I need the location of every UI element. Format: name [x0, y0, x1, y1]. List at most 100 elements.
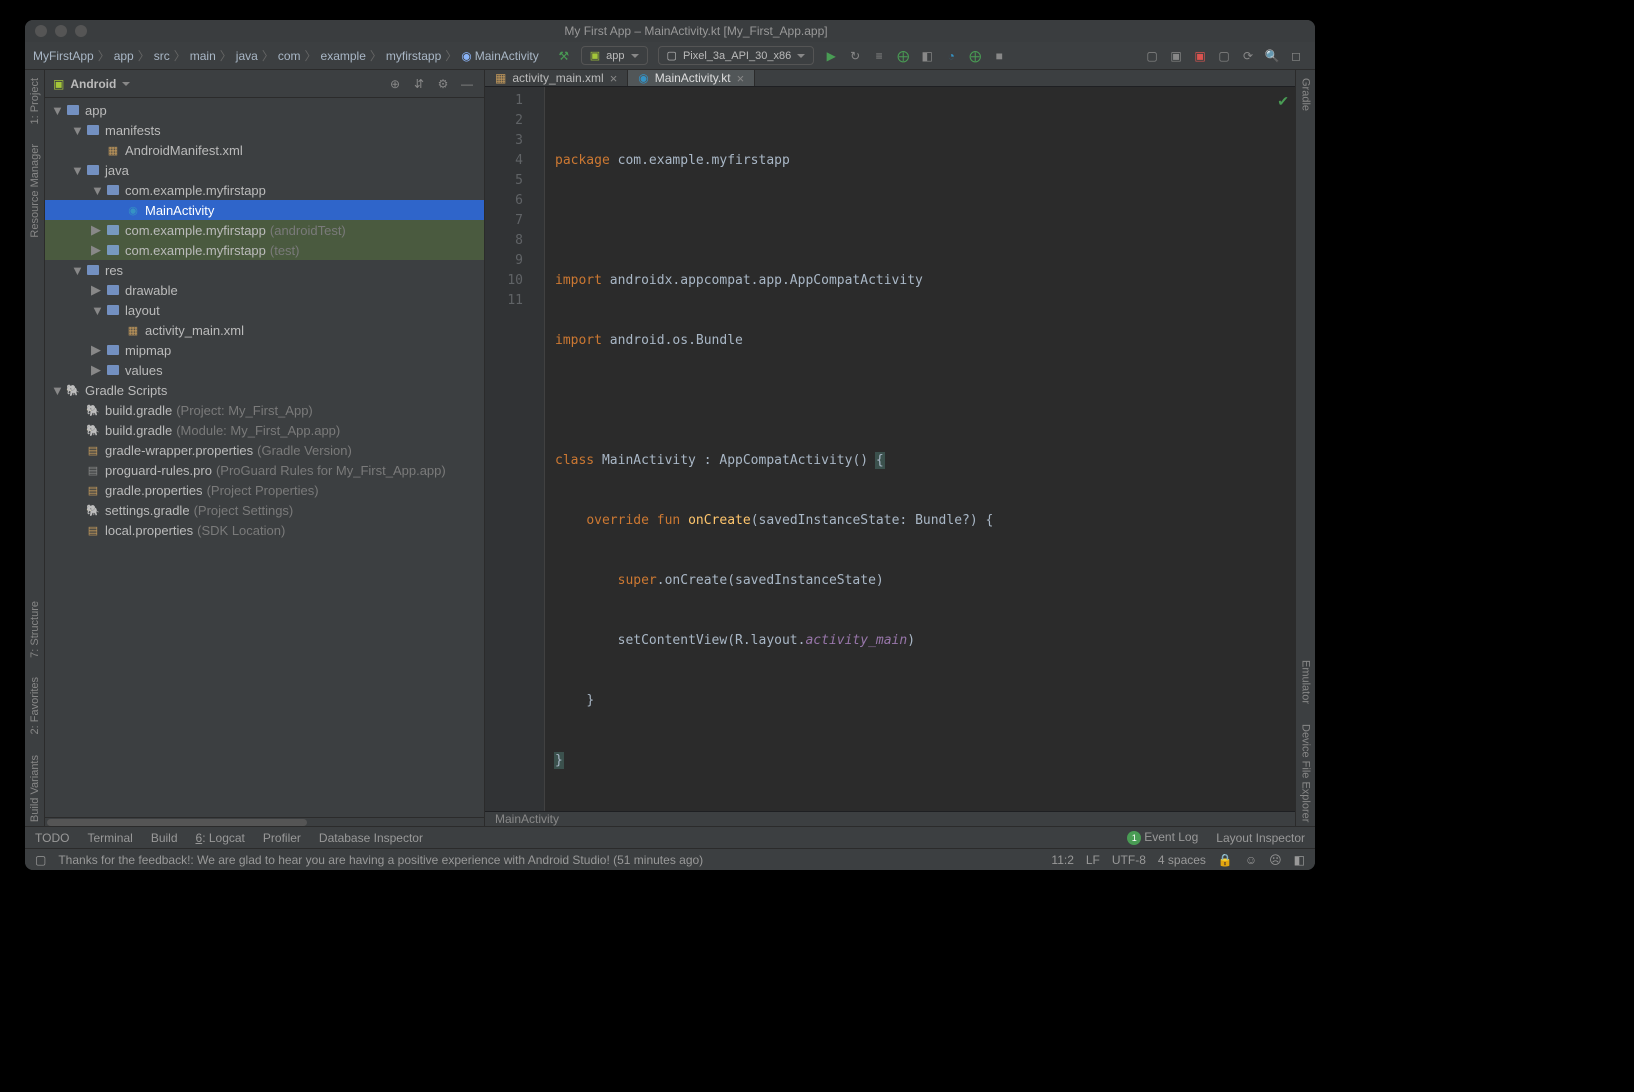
tree-row[interactable]: ▼java [45, 160, 484, 180]
resource-manager-tool-tab[interactable]: Resource Manager [29, 140, 41, 242]
terminal-tool[interactable]: Terminal [87, 831, 132, 845]
profiler-tool[interactable]: Profiler [263, 831, 301, 845]
avd-manager-icon[interactable]: ▢ [1141, 45, 1163, 67]
status-icon[interactable]: ▢ [35, 853, 46, 867]
breadcrumb-item[interactable]: com [278, 49, 301, 63]
tree-row[interactable]: ▼app [45, 100, 484, 120]
tree-row[interactable]: ▶com.example.myfirstapp (test) [45, 240, 484, 260]
emulator-tool-tab[interactable]: Emulator [1300, 656, 1312, 708]
tree-row[interactable]: ▤proguard-rules.pro (ProGuard Rules for … [45, 460, 484, 480]
tree-row[interactable]: ▤local.properties (SDK Location) [45, 520, 484, 540]
gear-icon[interactable]: ⚙ [434, 75, 452, 93]
editor-tab[interactable]: ▦activity_main.xml× [485, 70, 628, 86]
face-sad-icon[interactable]: ☹ [1269, 853, 1282, 867]
fold-column[interactable] [531, 87, 545, 811]
structure-tool-tab[interactable]: 7: Structure [29, 597, 41, 662]
close-window-icon[interactable] [35, 25, 47, 37]
line-gutter[interactable]: 1234567891011 [485, 87, 531, 811]
tree-row[interactable]: ▶mipmap [45, 340, 484, 360]
line-sep[interactable]: LF [1086, 853, 1100, 867]
code-editor[interactable]: package com.example.myfirstapp import an… [545, 87, 1295, 811]
tree-row[interactable]: 🐘build.gradle (Module: My_First_App.app) [45, 420, 484, 440]
sdk-manager-icon[interactable]: ▣ [1165, 45, 1187, 67]
device-explorer-tool-tab[interactable]: Device File Explorer [1300, 720, 1312, 826]
sidebar-scrollbar-horizontal[interactable] [45, 817, 484, 826]
minimize-window-icon[interactable] [55, 25, 67, 37]
layout-inspector-tool[interactable]: Layout Inspector [1216, 831, 1305, 845]
tree-row[interactable]: ▶drawable [45, 280, 484, 300]
breadcrumb-item[interactable]: java [236, 49, 258, 63]
apply-code-icon[interactable]: ≡ [868, 45, 890, 67]
coverage-icon[interactable]: ◧ [916, 45, 938, 67]
breadcrumb-item[interactable]: src [154, 49, 170, 63]
tree-row[interactable]: ▶values [45, 360, 484, 380]
memory-icon[interactable]: ◧ [1294, 853, 1305, 867]
close-tab-icon[interactable]: × [610, 71, 618, 86]
hide-icon[interactable]: — [458, 75, 476, 93]
chevron-down-icon [797, 54, 805, 58]
target-icon[interactable]: ⊕ [386, 75, 404, 93]
todo-tool[interactable]: TODO [35, 831, 69, 845]
encoding[interactable]: UTF-8 [1112, 853, 1146, 867]
attach-debugger-icon[interactable]: ⨁ [964, 45, 986, 67]
device-selector[interactable]: ▢ Pixel_3a_API_30_x86 [658, 46, 815, 65]
breadcrumb-item[interactable]: example [321, 49, 366, 63]
gradle-tool-tab[interactable]: Gradle [1300, 74, 1312, 115]
project-tree[interactable]: ▼app▼manifests▦AndroidManifest.xml▼java▼… [45, 98, 484, 817]
breadcrumb: MyFirstApp〉app〉src〉main〉java〉com〉example… [33, 47, 539, 64]
face-icon[interactable]: ☺ [1245, 853, 1257, 867]
tree-row[interactable]: ▼layout [45, 300, 484, 320]
filter-icon[interactable]: ⇵ [410, 75, 428, 93]
sync-icon[interactable]: ⟳ [1237, 45, 1259, 67]
help-icon[interactable]: ▣ [1189, 45, 1211, 67]
tree-row[interactable]: ▦AndroidManifest.xml [45, 140, 484, 160]
event-log-tool[interactable]: 1Event Log [1127, 830, 1198, 845]
db-inspector-tool[interactable]: Database Inspector [319, 831, 423, 845]
build-tool[interactable]: Build [151, 831, 178, 845]
debug-button[interactable]: ⨁ [892, 45, 914, 67]
navigation-bar: MyFirstApp〉app〉src〉main〉java〉com〉example… [25, 42, 1315, 70]
caret-position[interactable]: 11:2 [1051, 853, 1073, 867]
window-title: My First App – MainActivity.kt [My_First… [87, 24, 1305, 38]
bottom-toolbar: TODO Terminal Build 6: Logcat Profiler D… [25, 826, 1315, 848]
tree-row[interactable]: ▶com.example.myfirstapp (androidTest) [45, 220, 484, 240]
run-config-selector[interactable]: ▣ app [581, 46, 648, 65]
tree-row[interactable]: ▼manifests [45, 120, 484, 140]
logcat-tool[interactable]: 6: Logcat [196, 831, 245, 845]
lock-icon[interactable]: 🔒 [1218, 853, 1233, 867]
tree-row[interactable]: 🐘settings.gradle (Project Settings) [45, 500, 484, 520]
project-tool-tab[interactable]: 1: Project [29, 74, 41, 128]
breadcrumb-item[interactable]: ◉MainActivity [461, 49, 539, 63]
breadcrumb-item[interactable]: main [190, 49, 216, 63]
run-button[interactable]: ▶ [820, 45, 842, 67]
tree-row[interactable]: ▼com.example.myfirstapp [45, 180, 484, 200]
ide-window: My First App – MainActivity.kt [My_First… [25, 20, 1315, 870]
tree-row[interactable]: ▤gradle.properties (Project Properties) [45, 480, 484, 500]
apply-changes-icon[interactable]: ↻ [844, 45, 866, 67]
chevron-down-icon[interactable] [122, 82, 130, 86]
breadcrumb-item[interactable]: app [114, 49, 134, 63]
editor-breadcrumb[interactable]: MainActivity [485, 811, 1295, 826]
tree-row[interactable]: 🐘build.gradle (Project: My_First_App) [45, 400, 484, 420]
indent[interactable]: 4 spaces [1158, 853, 1206, 867]
sidebar-view-label[interactable]: Android [70, 77, 116, 91]
close-tab-icon[interactable]: × [737, 71, 745, 86]
search-icon[interactable]: 🔍 [1261, 45, 1283, 67]
tree-row[interactable]: ▦activity_main.xml [45, 320, 484, 340]
tree-row[interactable]: ▼🐘Gradle Scripts [45, 380, 484, 400]
tree-row[interactable]: ▤gradle-wrapper.properties (Gradle Versi… [45, 440, 484, 460]
tree-row[interactable]: ▼res [45, 260, 484, 280]
emulator-icon[interactable]: ▢ [1213, 45, 1235, 67]
tree-row[interactable]: ◉MainActivity [45, 200, 484, 220]
stop-button[interactable]: ■ [988, 45, 1010, 67]
zoom-window-icon[interactable] [75, 25, 87, 37]
favorites-tool-tab[interactable]: 2: Favorites [29, 673, 41, 738]
profile-icon[interactable]: ◻ [1285, 45, 1307, 67]
profiler-icon[interactable]: ◔ [940, 45, 962, 67]
breadcrumb-item[interactable]: myfirstapp [386, 49, 441, 63]
build-variants-tool-tab[interactable]: Build Variants [29, 751, 41, 826]
titlebar: My First App – MainActivity.kt [My_First… [25, 20, 1315, 42]
breadcrumb-item[interactable]: MyFirstApp [33, 49, 94, 63]
build-hammer-icon[interactable]: ⚒ [553, 45, 575, 67]
editor-tab[interactable]: ◉MainActivity.kt× [628, 70, 755, 86]
